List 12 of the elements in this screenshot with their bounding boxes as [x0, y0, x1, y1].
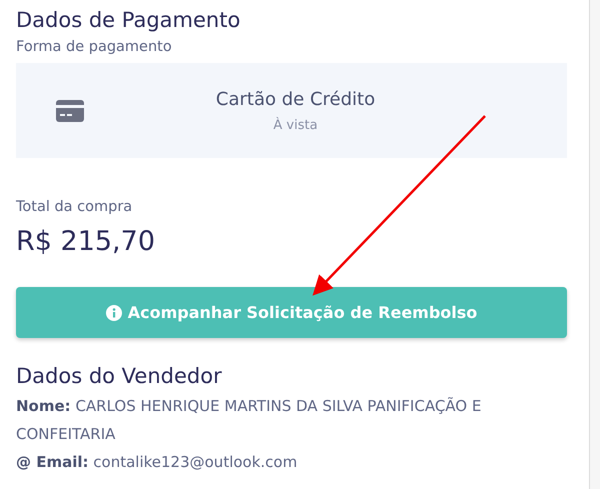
- credit-card-icon: [56, 100, 84, 122]
- field-label: Total da compra: [16, 198, 134, 217]
- scrollbar[interactable]: [589, 0, 600, 489]
- payment-method: Cartão de Crédito: [216, 88, 376, 110]
- section-title: Dados do Vendedor: [16, 363, 223, 390]
- info-icon: [106, 304, 122, 320]
- section-title: Dados de Pagamento: [16, 7, 242, 34]
- refund-button[interactable]: Acompanhar Solicitação de Reembolso: [16, 287, 567, 338]
- field-label: Forma de pagamento: [16, 38, 173, 57]
- seller-field: @ Email: contalike123@outlook.com: [16, 448, 567, 476]
- payment-terms: À vista: [273, 118, 318, 132]
- total-amount: R$ 215,70: [16, 226, 156, 257]
